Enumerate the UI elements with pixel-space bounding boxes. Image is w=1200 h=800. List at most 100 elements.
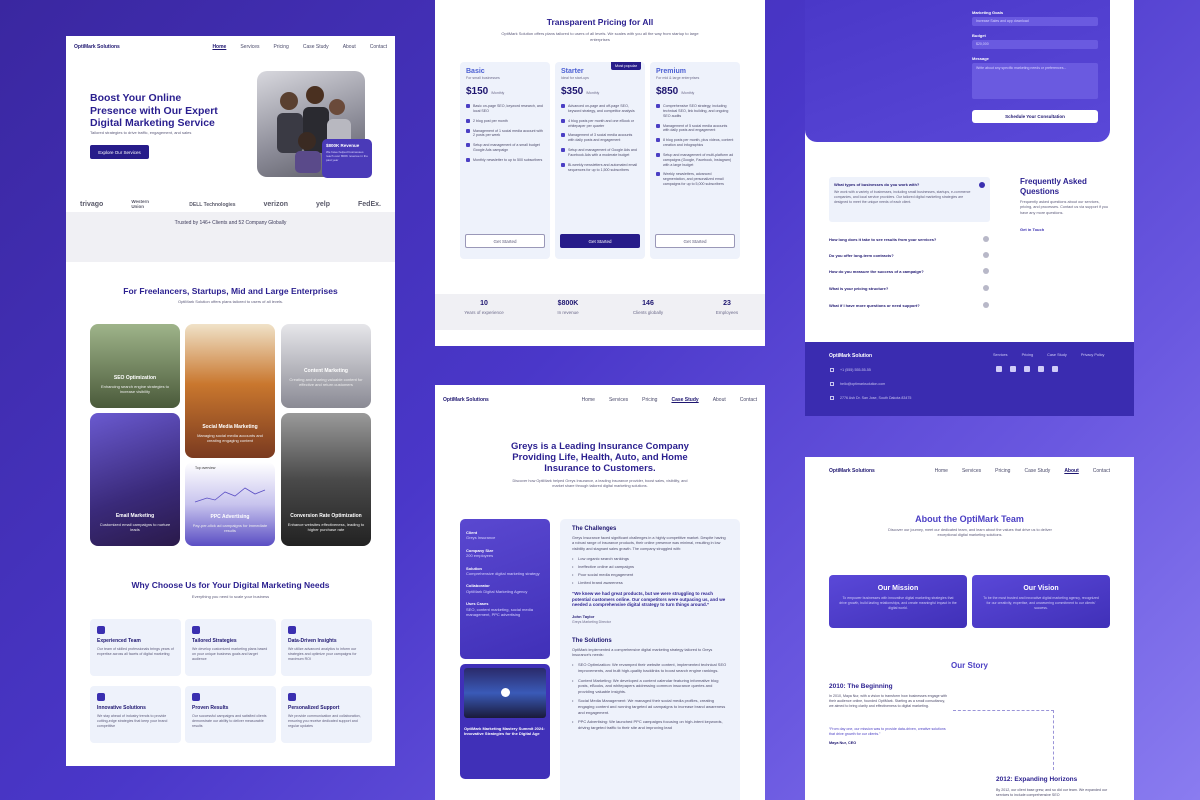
faq-item[interactable]: How do you measure the success of a camp…: [829, 268, 989, 274]
nav-services[interactable]: Services: [609, 397, 628, 403]
plan-features: Basic on-page SEO, keyword research, and…: [466, 104, 544, 163]
service-desc: Managing social media accounts and creat…: [197, 433, 263, 444]
nav-pricing[interactable]: Pricing: [274, 44, 289, 50]
service-title: Conversion Rate Optimization: [290, 513, 362, 519]
service-card-ppc[interactable]: Top overview PPC Advertising Pay-per-cli…: [185, 462, 275, 546]
challenge-item: Limited brand awareness: [572, 580, 728, 585]
service-card-content[interactable]: Content Marketing Creating and sharing v…: [281, 324, 371, 408]
nav-pricing[interactable]: Pricing: [642, 397, 657, 403]
stat-value: 146: [642, 300, 654, 307]
linkedin-icon[interactable]: [1010, 366, 1016, 372]
timeline-2010-quote: “From day one, our mission was to provid…: [829, 727, 946, 737]
nav-about[interactable]: About: [1064, 468, 1078, 474]
get-in-touch-link[interactable]: Get in Touch: [1020, 227, 1044, 232]
why-card: Innovative Solutions We stay ahead of ind…: [90, 686, 181, 743]
nav-home[interactable]: Home: [582, 397, 595, 403]
nav-case-study[interactable]: Case Study: [671, 397, 698, 403]
play-icon[interactable]: [501, 688, 510, 697]
feature-item: Weekly newsletters, advanced segmentatio…: [656, 172, 734, 187]
nav-about[interactable]: About: [713, 397, 726, 403]
message-field[interactable]: Write about any specific marketing needs…: [972, 63, 1098, 99]
budget-field[interactable]: $20,000: [972, 40, 1098, 49]
info-value: Greys Insurance: [466, 535, 496, 541]
nav-contact[interactable]: Contact: [370, 44, 387, 50]
why-card-desc: Our team of skilled professionals brings…: [97, 647, 174, 657]
youtube-icon[interactable]: [1038, 366, 1044, 372]
footer-link-case-study[interactable]: Case Study: [1047, 353, 1067, 357]
case-nav: OptiMark Solutions Home Services Pricing…: [435, 385, 765, 415]
hero-subtitle: Tailored strategies to drive traffic, en…: [90, 130, 192, 135]
nav-home[interactable]: Home: [935, 468, 948, 474]
trophy-icon: [192, 693, 200, 701]
message-label: Message: [972, 56, 989, 61]
story-title: Our Story: [951, 661, 988, 670]
case-subtitle: Discover how OptiMark helped Greys Insur…: [512, 479, 688, 489]
about-nav-links: Home Services Pricing Case Study About C…: [921, 468, 1110, 474]
timeline-2010-author: Maya Nur, CEO: [829, 741, 857, 745]
nav-contact[interactable]: Contact: [1093, 468, 1110, 474]
service-card-seo[interactable]: SEO Optimization Enhancing search engine…: [90, 324, 180, 408]
budget-label: Budget: [972, 33, 986, 38]
social-icons: [996, 366, 1058, 372]
logo-yelp: yelp: [316, 201, 331, 208]
faq-item[interactable]: What if I have more questions or need su…: [829, 302, 989, 308]
explore-services-button[interactable]: Explore Our Services: [90, 145, 149, 159]
solution-item: SEO Optimization: We revamped their webs…: [572, 662, 728, 673]
plan-name: Premium: [656, 68, 686, 75]
about-logo[interactable]: OptiMark Solutions: [829, 468, 875, 474]
faq-item[interactable]: What is your pricing structure?: [829, 285, 989, 291]
service-card-social[interactable]: Social Media Marketing Managing social m…: [185, 324, 275, 458]
faq-question: How long does it take to see results fro…: [829, 236, 937, 242]
mail-icon: [830, 382, 834, 386]
plan-tagline: Ideal for start-ups: [561, 76, 589, 80]
service-card-email[interactable]: Email Marketing Customized email campaig…: [90, 413, 180, 546]
nav-home[interactable]: Home: [212, 44, 226, 50]
facebook-icon[interactable]: [996, 366, 1002, 372]
nav-services[interactable]: Services: [962, 468, 981, 474]
stat-label: Employees: [715, 310, 739, 315]
marketing-goals-field[interactable]: Increase Sales and app download: [972, 17, 1098, 26]
plan-features: Advanced on-page and off-page SEO, keywo…: [561, 104, 639, 172]
nav-contact[interactable]: Contact: [740, 397, 757, 403]
schedule-consultation-button[interactable]: Schedule Your Consultation: [972, 110, 1098, 123]
home-logo[interactable]: OptiMark Solutions: [74, 44, 120, 50]
vision-title: Our Vision: [1023, 585, 1059, 592]
faq-open-item[interactable]: What types of businesses do you work wit…: [829, 177, 990, 222]
price-value: $850: [656, 86, 679, 97]
feature-item: Comprehensive SEO strategy, including te…: [656, 104, 734, 119]
get-started-button[interactable]: Get Started: [655, 234, 735, 248]
faq-question: What types of businesses do you work wit…: [834, 182, 920, 187]
x-icon[interactable]: [1052, 366, 1058, 372]
video-card[interactable]: OptiMark Marketing Mastery Summit 2024: …: [460, 664, 550, 779]
challenge-item: Poor social media engagement: [572, 572, 728, 577]
footer-link-pricing[interactable]: Pricing: [1022, 353, 1034, 357]
faq-item[interactable]: How long does it take to see results fro…: [829, 236, 989, 242]
nav-pricing[interactable]: Pricing: [995, 468, 1010, 474]
trusted-text: Trusted by 146+ Clients and 52 Company G…: [174, 220, 287, 226]
footer-phone: +1 (555) 555-55-55: [830, 368, 871, 372]
instagram-icon[interactable]: [1024, 366, 1030, 372]
faq-item[interactable]: Do you offer long-term contracts?: [829, 252, 989, 258]
team-icon: [97, 626, 105, 634]
get-started-button[interactable]: Get Started: [560, 234, 640, 248]
nav-case-study[interactable]: Case Study: [1024, 468, 1050, 474]
get-started-button[interactable]: Get Started: [465, 234, 545, 248]
quote-author: John Taylor: [572, 613, 595, 619]
footer-link-services[interactable]: Services: [993, 353, 1008, 357]
feature-item: Management of 5 social media accounts wi…: [656, 123, 734, 134]
case-logo[interactable]: OptiMark Solutions: [443, 397, 489, 403]
most-popular-badge: Most popular: [611, 62, 641, 70]
nav-services[interactable]: Services: [240, 44, 259, 50]
service-card-cro[interactable]: Conversion Rate Optimization Enhance web…: [281, 413, 371, 546]
case-info-panel: Client Greys Insurance Company Size 200 em…: [460, 519, 550, 659]
plan-card-basic: Basic For small businesses $150 /Monthly…: [460, 62, 550, 259]
footer-link-privacy[interactable]: Privacy Policy: [1081, 353, 1105, 357]
footer-logo[interactable]: OptiMark Solution: [829, 353, 872, 359]
feature-item: Basic on-page SEO, keyword research, and…: [466, 104, 544, 114]
solution-item: Social Media Management: We managed thei…: [572, 698, 728, 715]
lightbulb-icon: [97, 693, 105, 701]
nav-case-study[interactable]: Case Study: [303, 44, 329, 50]
nav-about[interactable]: About: [343, 44, 356, 50]
plus-icon: [983, 236, 989, 242]
stat-revenue: $800K In revenue: [528, 300, 608, 315]
